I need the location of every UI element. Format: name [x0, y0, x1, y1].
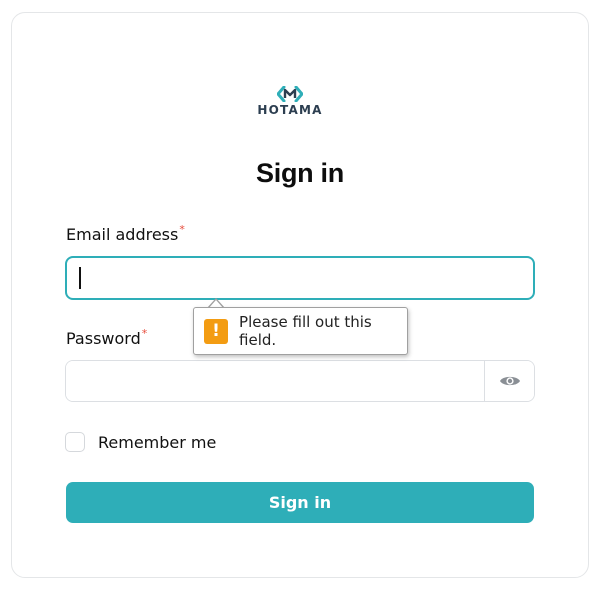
sign-in-button[interactable]: Sign in — [66, 482, 534, 523]
warning-icon: ! — [204, 318, 229, 344]
email-label-text: Email address — [66, 225, 179, 244]
password-label: Password* — [66, 327, 148, 348]
password-field-group — [65, 360, 535, 402]
password-required-mark: * — [141, 327, 148, 340]
remember-me-checkbox[interactable] — [65, 432, 85, 452]
validation-tooltip: ! Please fill out this field. — [193, 307, 408, 355]
remember-me-row: Remember me — [65, 432, 216, 452]
email-required-mark: * — [179, 223, 185, 236]
brand-logo: HOTAMA — [254, 86, 326, 118]
remember-me-label[interactable]: Remember me — [98, 433, 216, 452]
eye-icon — [499, 376, 520, 386]
email-label: Email address* — [66, 223, 185, 244]
brand-name: HOTAMA — [257, 103, 323, 117]
validation-message: Please fill out this field. — [239, 313, 372, 349]
page-title: Sign in — [256, 158, 344, 188]
text-cursor — [79, 267, 81, 289]
password-field[interactable] — [66, 361, 484, 401]
password-label-text: Password — [66, 329, 141, 348]
hotama-logo-icon — [277, 86, 303, 102]
toggle-password-visibility-button[interactable] — [484, 361, 534, 401]
email-field[interactable] — [65, 256, 535, 300]
